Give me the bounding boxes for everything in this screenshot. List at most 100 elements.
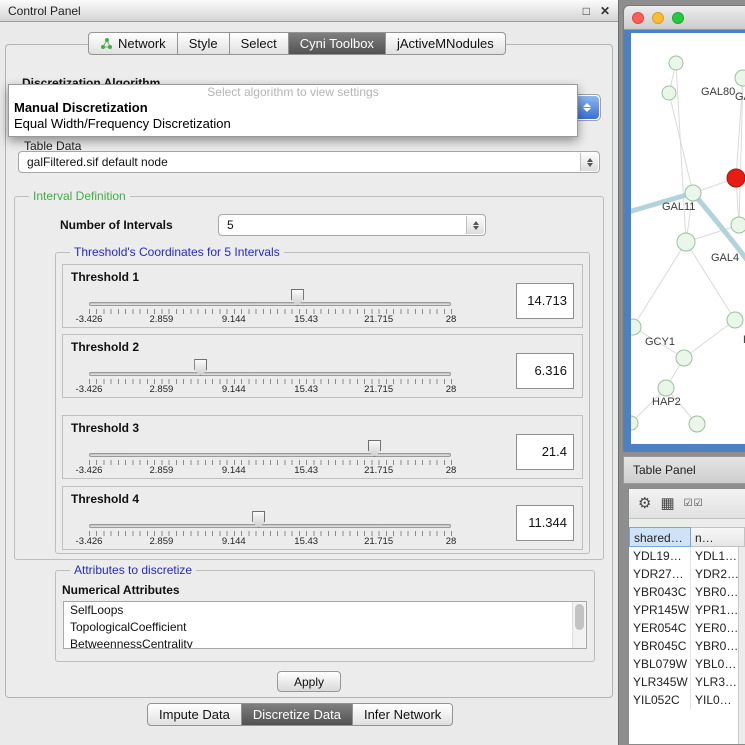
table-cell[interactable]: YLR3…: [691, 673, 739, 691]
threshold-1-value[interactable]: 14.713: [516, 283, 574, 319]
zoom-traffic-light-icon[interactable]: [672, 12, 684, 24]
float-icon[interactable]: □: [583, 4, 590, 18]
scrollbar-thumb[interactable]: [575, 604, 584, 630]
list-item[interactable]: BetweennessCentrality: [64, 636, 586, 649]
table-cell[interactable]: YIL052C: [629, 691, 691, 709]
table-row[interactable]: YER054CYER0…: [629, 619, 739, 637]
threshold-3-slider[interactable]: -3.4262.8599.14415.4321.71528: [63, 416, 519, 480]
list-scrollbar[interactable]: [572, 602, 586, 648]
network-node[interactable]: [662, 86, 676, 100]
columns-icon[interactable]: ▦: [660, 496, 674, 511]
tab-discretize-data[interactable]: Discretize Data: [242, 703, 353, 726]
table-cell[interactable]: YDR27…: [629, 565, 691, 583]
table-row[interactable]: YPR145WYPR1…: [629, 601, 739, 619]
table-cell[interactable]: YER054C: [629, 619, 691, 637]
slider-track[interactable]: [89, 372, 451, 376]
table-cell[interactable]: YDL19…: [629, 547, 691, 565]
network-node[interactable]: [727, 312, 743, 328]
table-cell[interactable]: YBR0…: [691, 637, 739, 655]
table-row[interactable]: YBR045CYBR0…: [629, 637, 739, 655]
network-node[interactable]: [677, 233, 695, 251]
gear-icon[interactable]: ⚙: [638, 496, 651, 511]
table-row[interactable]: YDR27…YDR2…: [629, 565, 739, 583]
close-icon[interactable]: ✕: [600, 4, 610, 18]
threshold-1-panel: Threshold 1 -3.4262.8599.14415.4321.7152…: [62, 264, 583, 328]
tab-discretize-data-label: Discretize Data: [253, 707, 341, 722]
threshold-1-slider[interactable]: -3.4262.8599.14415.4321.71528: [63, 265, 519, 329]
table-cell[interactable]: YER0…: [691, 619, 739, 637]
network-canvas[interactable]: GAL80GAGAL11GAL4GCY1HHAP2: [631, 33, 745, 444]
network-window-titlebar[interactable]: [624, 6, 745, 30]
threshold-2-value[interactable]: 6.316: [516, 353, 574, 389]
threshold-3-panel: Threshold 3 -3.4262.8599.14415.4321.7152…: [62, 415, 583, 479]
tab-jactivemnodules[interactable]: jActiveMNodules: [386, 32, 506, 55]
tab-select[interactable]: Select: [230, 32, 289, 55]
tab-impute-data[interactable]: Impute Data: [147, 703, 242, 726]
list-item[interactable]: TopologicalCoefficient: [64, 619, 586, 636]
tab-network[interactable]: Network: [88, 32, 178, 55]
table-cell[interactable]: YLR345W: [629, 673, 691, 691]
table-cell[interactable]: YDR2…: [691, 565, 739, 583]
dropdown-option-manual-discretization[interactable]: Manual Discretization: [9, 100, 577, 116]
control-panel-window: Control Panel □ ✕ Network S: [0, 0, 619, 745]
table-row[interactable]: YDL19…YDL1…: [629, 547, 739, 565]
network-edge: [633, 242, 686, 327]
threshold-2-slider[interactable]: -3.4262.8599.14415.4321.71528: [63, 335, 519, 399]
table-cell[interactable]: YPR1…: [691, 601, 739, 619]
tab-cyni-toolbox[interactable]: Cyni Toolbox: [289, 32, 386, 55]
table-cell[interactable]: YBL0…: [691, 655, 739, 673]
tab-select-label: Select: [241, 36, 277, 51]
threshold-4-slider[interactable]: -3.4262.8599.14415.4321.71528: [63, 487, 519, 551]
table-row[interactable]: YBL079WYBL0…: [629, 655, 739, 673]
window-title: Control Panel: [8, 4, 81, 18]
table-cell[interactable]: YBR043C: [629, 583, 691, 601]
network-node[interactable]: [676, 350, 692, 366]
table-cell[interactable]: YBR0…: [691, 583, 739, 601]
slider-track[interactable]: [89, 453, 451, 457]
minimize-traffic-light-icon[interactable]: [652, 12, 664, 24]
dropdown-option-equal-width[interactable]: Equal Width/Frequency Discretization: [9, 116, 577, 132]
table-cell[interactable]: YBR045C: [629, 637, 691, 655]
table-panel-header[interactable]: Table Panel: [623, 456, 745, 484]
network-node[interactable]: [685, 185, 701, 201]
network-node-label: GA: [735, 91, 745, 103]
table-scrollbar[interactable]: [738, 547, 745, 744]
tab-infer-network[interactable]: Infer Network: [353, 703, 453, 726]
column-header-name[interactable]: n…: [691, 527, 745, 547]
network-node-selected[interactable]: [727, 169, 745, 187]
combo-arrows-icon[interactable]: [575, 96, 599, 119]
list-item[interactable]: SelfLoops: [64, 602, 586, 619]
table-data-combobox[interactable]: galFiltered.sif default node: [18, 151, 600, 173]
network-node[interactable]: [689, 416, 705, 432]
network-node[interactable]: [658, 380, 674, 396]
threshold-4-value[interactable]: 11.344: [516, 505, 574, 541]
network-node[interactable]: [631, 416, 638, 430]
combo-stepper-icon[interactable]: [466, 216, 484, 234]
slider-track[interactable]: [89, 524, 451, 528]
network-node[interactable]: [731, 217, 745, 233]
table-body[interactable]: YDL19…YDL1…YDR27…YDR2…YBR043CYBR0…YPR145…: [629, 547, 739, 744]
network-node[interactable]: [631, 319, 641, 335]
number-of-intervals-combobox[interactable]: 5: [218, 214, 486, 236]
control-panel-titlebar[interactable]: Control Panel □ ✕: [0, 0, 618, 22]
table-row[interactable]: YBR043CYBR0…: [629, 583, 739, 601]
table-row[interactable]: YLR345WYLR3…: [629, 673, 739, 691]
combo-stepper-icon[interactable]: [580, 153, 598, 171]
table-cell[interactable]: YIL0…: [691, 691, 739, 709]
tab-style[interactable]: Style: [178, 32, 230, 55]
threshold-3-value[interactable]: 21.4: [516, 434, 574, 470]
table-cell[interactable]: YPR145W: [629, 601, 691, 619]
table-cell[interactable]: YDL1…: [691, 547, 739, 565]
number-of-intervals-value: 5: [227, 218, 234, 232]
network-node-label: GAL11: [662, 201, 695, 213]
checkbox-icons[interactable]: ☑☑: [684, 499, 704, 509]
column-header-shared-name[interactable]: shared…: [629, 527, 691, 547]
apply-button[interactable]: Apply: [277, 671, 341, 692]
close-traffic-light-icon[interactable]: [632, 12, 644, 24]
network-node[interactable]: [735, 70, 745, 86]
numerical-attributes-list[interactable]: SelfLoopsTopologicalCoefficientBetweenne…: [63, 601, 587, 649]
table-cell[interactable]: YBL079W: [629, 655, 691, 673]
table-row[interactable]: YIL052CYIL0…: [629, 691, 739, 709]
network-node[interactable]: [669, 56, 683, 70]
slider-track[interactable]: [89, 302, 451, 306]
